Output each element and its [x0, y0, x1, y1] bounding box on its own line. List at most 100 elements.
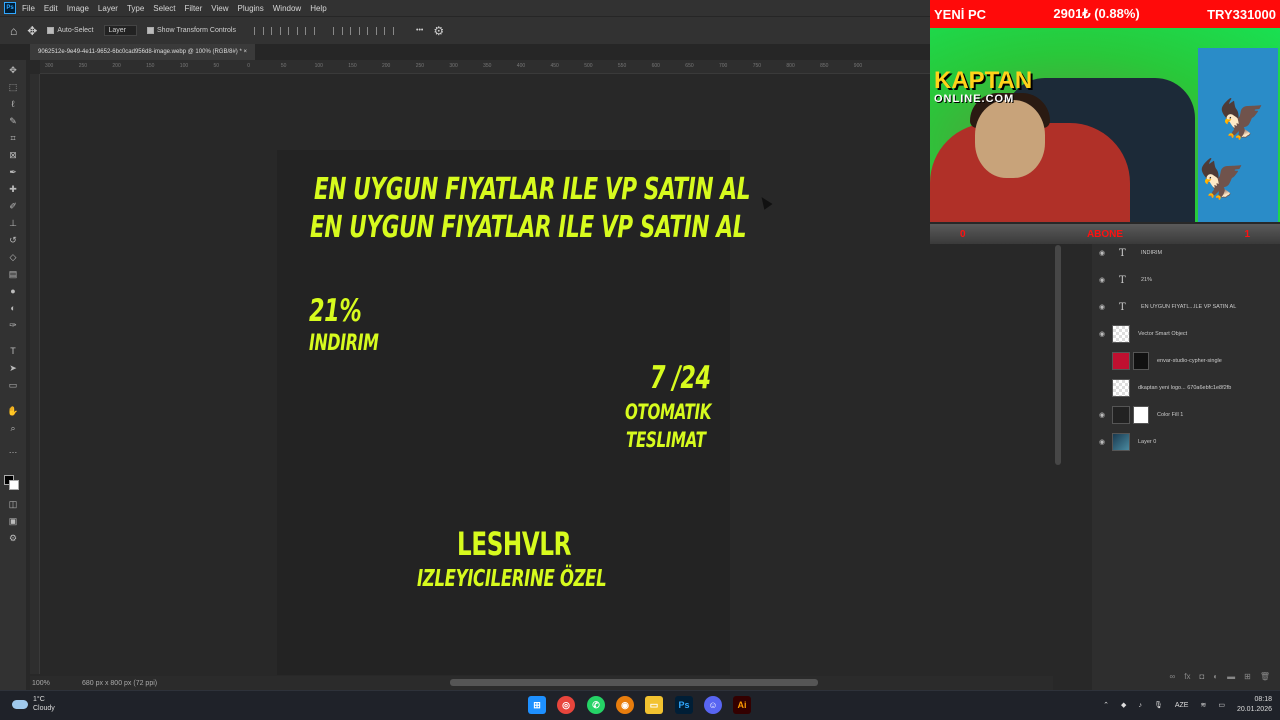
wifi-icon[interactable]: ≋	[1200, 701, 1206, 709]
menu-plugins[interactable]: Plugins	[238, 4, 264, 13]
illustrator-icon[interactable]: Ai	[733, 696, 751, 714]
layer-row-logo[interactable]: ◉ dkaptan yeni logo... 670a6ebfc1e8f2fb	[1092, 375, 1280, 401]
clone-stamp-icon[interactable]: ⊥	[7, 217, 19, 229]
layer-row-headline[interactable]: ◉ T EN UYGUN FIYATL...ILE VP SATIN AL	[1092, 294, 1280, 320]
home-icon[interactable]: ⌂	[10, 24, 17, 38]
chevron-up-icon[interactable]: ⌃	[1103, 701, 1109, 709]
eraser-tool-icon[interactable]: ◇	[7, 251, 19, 263]
weather-widget[interactable]: 1°C Cloudy	[12, 695, 55, 713]
whatsapp-icon[interactable]: ✆	[587, 696, 605, 714]
layer-row-vector-smart-object[interactable]: ◉ Vector Smart Object	[1092, 321, 1280, 347]
menu-filter[interactable]: Filter	[185, 4, 203, 13]
layer-style-icon[interactable]: fx	[1184, 672, 1190, 688]
menu-edit[interactable]: Edit	[44, 4, 58, 13]
edit-toolbar-icon[interactable]: ⚙	[7, 532, 19, 544]
photoshop-taskbar-icon[interactable]: Ps	[675, 696, 693, 714]
crop-tool-icon[interactable]: ⌗	[7, 132, 19, 144]
rectangle-tool-icon[interactable]: ▭	[7, 379, 19, 391]
new-group-icon[interactable]: ▬	[1227, 672, 1235, 688]
align-top-icon[interactable]	[333, 26, 343, 35]
battery-icon[interactable]: ▭	[1218, 701, 1225, 709]
delete-layer-icon[interactable]: 🗑	[1260, 672, 1270, 688]
language-indicator[interactable]: AZE	[1175, 702, 1189, 709]
settings-gear-icon[interactable]: ⚙	[433, 24, 444, 38]
dodge-tool-icon[interactable]: ◐	[7, 302, 19, 314]
menu-image[interactable]: Image	[67, 4, 89, 13]
more-options-button[interactable]: •••	[416, 27, 423, 34]
move-tool-icon[interactable]: ✥	[27, 24, 37, 38]
hand-tool-icon[interactable]: ✋	[7, 405, 19, 417]
align-center-icon[interactable]	[271, 26, 281, 35]
new-layer-icon[interactable]: ⊞	[1244, 672, 1251, 688]
zoom-tool-icon[interactable]: ⌕	[7, 422, 19, 434]
gradient-tool-icon[interactable]: ▤	[7, 268, 19, 280]
marquee-tool-icon[interactable]: ⬚	[7, 81, 19, 93]
menu-layer[interactable]: Layer	[98, 4, 118, 13]
ruler-tick-label: 150	[146, 63, 155, 69]
distribute-vertical-icon[interactable]	[384, 26, 394, 35]
photoshop-logo-icon[interactable]: Ps	[4, 2, 16, 14]
distribute-icon[interactable]	[305, 26, 315, 35]
microphone-icon[interactable]: 🎙	[1154, 701, 1163, 709]
visibility-eye-icon[interactable]: ◉	[1099, 411, 1107, 419]
vertical-scrollbar[interactable]	[1055, 245, 1061, 465]
move-tool-icon[interactable]: ✥	[7, 64, 19, 76]
file-explorer-icon[interactable]: ▭	[645, 696, 663, 714]
layer-row-layer-0[interactable]: ◉ Layer 0	[1092, 429, 1280, 455]
eyedropper-tool-icon[interactable]: ✒	[7, 166, 19, 178]
link-layers-icon[interactable]: ∞	[1170, 672, 1176, 688]
quick-select-tool-icon[interactable]: ✎	[7, 115, 19, 127]
speaker-icon[interactable]: ♪	[1138, 702, 1142, 709]
align-right-icon[interactable]	[288, 26, 298, 35]
frame-tool-icon[interactable]: ⊠	[7, 149, 19, 161]
align-left-icon[interactable]	[254, 26, 264, 35]
visibility-eye-icon[interactable]: ◉	[1099, 249, 1107, 257]
lasso-tool-icon[interactable]: ℓ	[7, 98, 19, 110]
blender-icon[interactable]: ◉	[616, 696, 634, 714]
document-info[interactable]: 680 px x 800 px (72 ppi)	[82, 680, 157, 687]
type-tool-icon[interactable]: T	[7, 345, 19, 357]
align-middle-icon[interactable]	[350, 26, 360, 35]
screen-mode-icon[interactable]: ▣	[7, 515, 19, 527]
blur-tool-icon[interactable]: ●	[7, 285, 19, 297]
layer-row-envar-studio[interactable]: ◉ envar-studio-cypher-single	[1092, 348, 1280, 374]
layer-row-color-fill[interactable]: ◉ Color Fill 1	[1092, 402, 1280, 428]
transform-controls-checkbox[interactable]: Show Transform Controls	[147, 27, 236, 34]
visibility-eye-icon[interactable]: ◉	[1099, 303, 1107, 311]
poster-canvas[interactable]: EN UYGUN FIYATLAR ILE VP SATIN AL EN UYG…	[277, 150, 750, 675]
background-color-swatch[interactable]	[9, 480, 19, 490]
chrome-icon[interactable]: ◎	[557, 696, 575, 714]
menu-help[interactable]: Help	[310, 4, 326, 13]
path-select-icon[interactable]: ➤	[7, 362, 19, 374]
menu-window[interactable]: Window	[273, 4, 301, 13]
healing-brush-icon[interactable]: ✚	[7, 183, 19, 195]
layer-row-21[interactable]: ◉ T 21%	[1092, 267, 1280, 293]
visibility-eye-icon[interactable]: ◉	[1099, 438, 1107, 446]
align-bottom-icon[interactable]	[367, 26, 377, 35]
adjustment-layer-icon[interactable]: ◐	[1213, 672, 1218, 688]
horizontal-scrollbar[interactable]	[450, 679, 818, 686]
zoom-level[interactable]: 100%	[32, 680, 72, 687]
brush-tool-icon[interactable]: ✐	[7, 200, 19, 212]
eagle-icon: 🦅	[1218, 99, 1266, 141]
menu-view[interactable]: View	[211, 4, 228, 13]
pen-tool-icon[interactable]: ✑	[7, 319, 19, 331]
visibility-eye-icon[interactable]: ◉	[1099, 330, 1107, 338]
menu-type[interactable]: Type	[127, 4, 144, 13]
menu-select[interactable]: Select	[153, 4, 175, 13]
clock[interactable]: 08:18 20.01.2026	[1237, 695, 1272, 715]
visibility-eye-icon[interactable]: ◉	[1099, 276, 1107, 284]
discord-icon[interactable]: ☺	[704, 696, 722, 714]
auto-select-target-dropdown[interactable]: Layer	[103, 25, 138, 36]
history-brush-icon[interactable]: ↺	[7, 234, 19, 246]
menu-file[interactable]: File	[22, 4, 35, 13]
more-tools-icon[interactable]: …	[7, 444, 19, 456]
quick-mask-icon[interactable]: ◫	[7, 498, 19, 510]
checkbox-icon	[147, 27, 155, 34]
auto-select-checkbox[interactable]: Auto-Select	[47, 27, 94, 34]
document-tab[interactable]: 9062512e-9e49-4e11-9652-6bc0cad956d8-ima…	[30, 44, 255, 60]
network-icon[interactable]: ◆	[1121, 701, 1126, 709]
windows-start-icon[interactable]: ⊞	[528, 696, 546, 714]
add-mask-icon[interactable]: ◘	[1199, 672, 1204, 688]
close-tab-icon[interactable]: ×	[243, 49, 247, 55]
